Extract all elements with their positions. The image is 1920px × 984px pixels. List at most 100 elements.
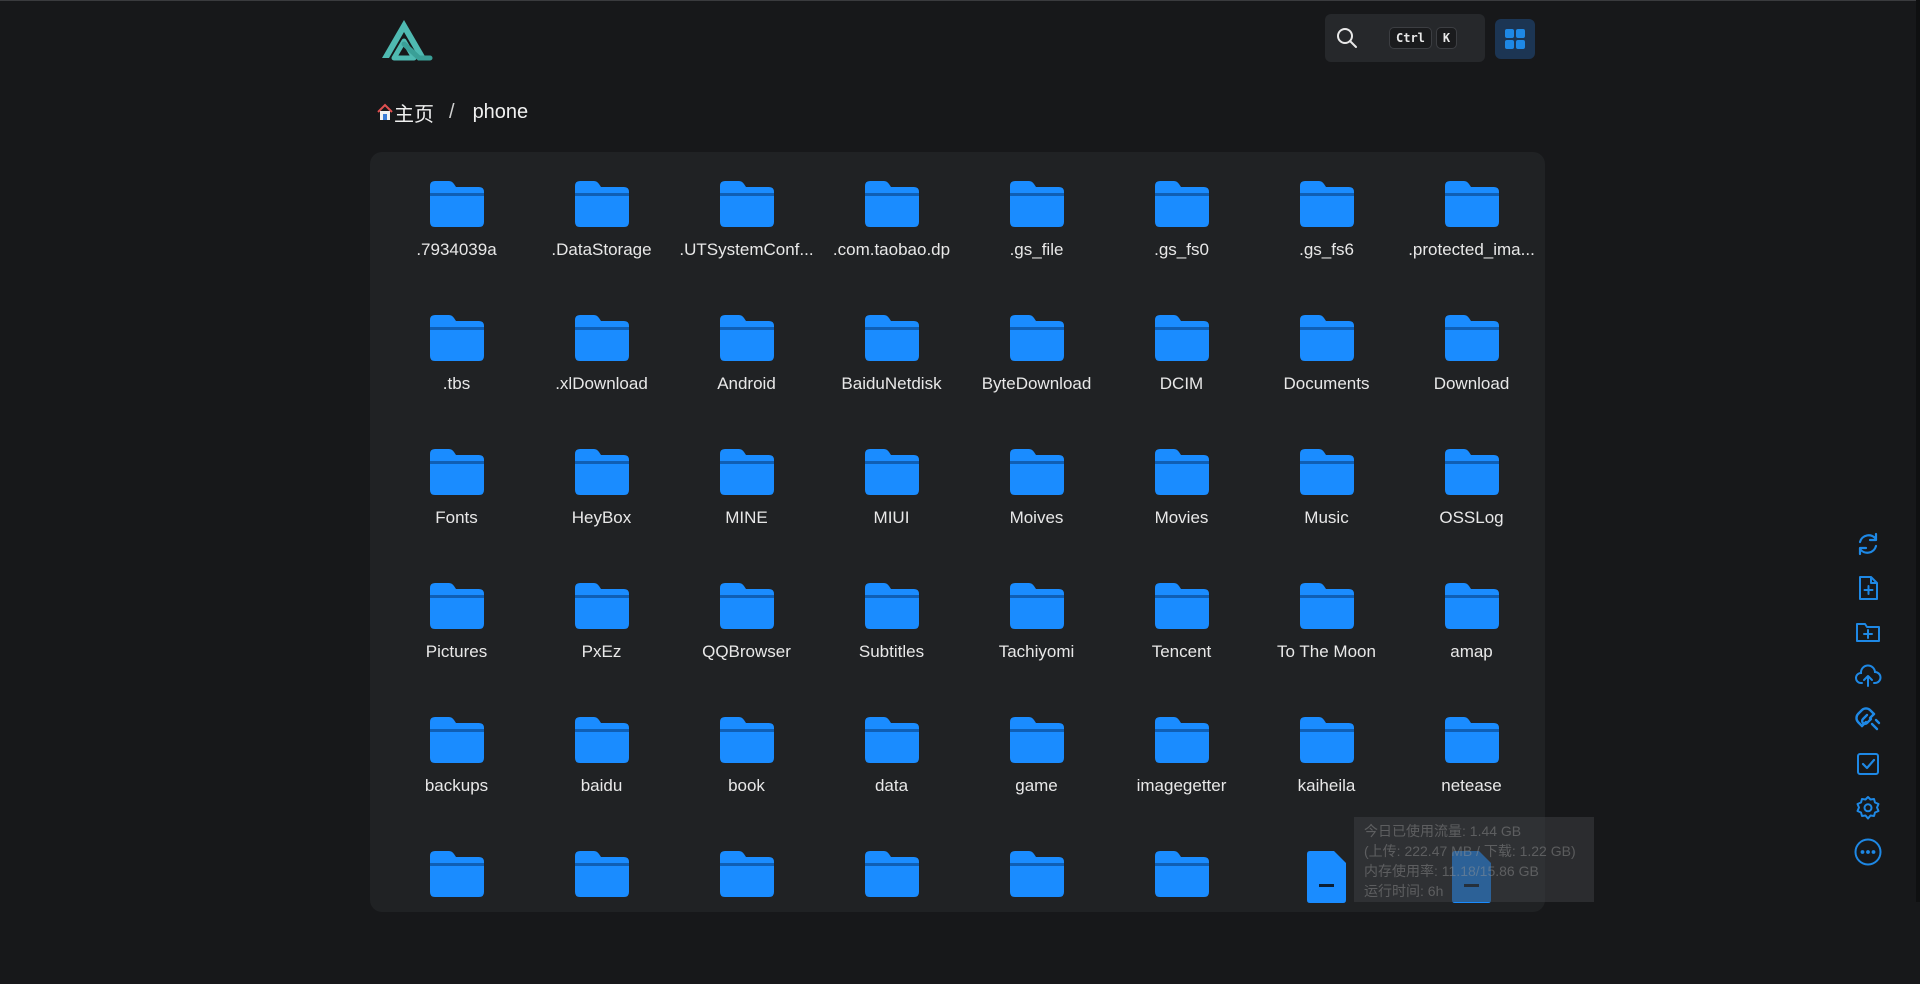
folder-item[interactable]: ByteDownload <box>964 314 1109 448</box>
folder-item[interactable]: MINE <box>674 448 819 582</box>
breadcrumb-current[interactable]: phone <box>473 101 529 124</box>
folder-item[interactable]: Tencent <box>1109 582 1254 716</box>
item-name: .protected_ima... <box>1408 240 1535 259</box>
item-name: netease <box>1441 776 1502 795</box>
folder-item[interactable]: baidu <box>529 716 674 850</box>
folder-item[interactable]: .UTSystemConf... <box>674 180 819 314</box>
home-icon <box>377 103 393 120</box>
folder-item[interactable]: Fonts <box>384 448 529 582</box>
refresh-icon <box>1858 532 1878 556</box>
folder-item[interactable]: PxEz <box>529 582 674 716</box>
folder-icon <box>1009 315 1064 361</box>
layout-toggle-button[interactable] <box>1495 19 1535 59</box>
folder-icon <box>429 181 484 227</box>
scrollbar[interactable] <box>1916 0 1920 902</box>
folder-item[interactable]: .7934039a <box>384 180 529 314</box>
item-name: Download <box>1433 374 1510 393</box>
item-name: imagegetter <box>1136 776 1227 795</box>
new-file-button[interactable] <box>1851 566 1885 610</box>
folder-icon <box>1299 583 1354 629</box>
new-folder-button[interactable] <box>1851 610 1885 654</box>
search-button[interactable]: Ctrl K <box>1325 14 1485 62</box>
folder-item[interactable]: Subtitles <box>819 582 964 716</box>
folder-item[interactable]: amap <box>1399 582 1544 716</box>
item-name: Pictures <box>425 642 488 661</box>
folder-item[interactable]: Movies <box>1109 448 1254 582</box>
folder-icon <box>1154 449 1209 495</box>
breadcrumb-separator: / <box>449 100 455 123</box>
folder-item[interactable] <box>384 850 529 984</box>
folder-item[interactable]: book <box>674 716 819 850</box>
item-name: Tachiyomi <box>998 642 1075 661</box>
folder-item[interactable]: .gs_file <box>964 180 1109 314</box>
folder-item[interactable]: Pictures <box>384 582 529 716</box>
folder-icon <box>574 449 629 495</box>
folder-item[interactable]: data <box>819 716 964 850</box>
folder-item[interactable] <box>819 850 964 984</box>
folder-item[interactable] <box>674 850 819 984</box>
folder-icon <box>1299 717 1354 763</box>
folder-icon <box>1009 851 1064 897</box>
folder-item[interactable] <box>964 850 1109 984</box>
folder-icon <box>429 717 484 763</box>
folder-item[interactable]: Moives <box>964 448 1109 582</box>
folder-item[interactable]: To The Moon <box>1254 582 1399 716</box>
refresh-button[interactable] <box>1851 522 1885 566</box>
overlay-line: 内存使用率: 11.18/15.86 GB <box>1364 863 1539 879</box>
folder-item[interactable]: .xlDownload <box>529 314 674 448</box>
folder-icon <box>429 851 484 897</box>
folder-item[interactable]: Download <box>1399 314 1544 448</box>
folder-icon <box>1444 181 1499 227</box>
folder-item[interactable]: HeyBox <box>529 448 674 582</box>
folder-item[interactable] <box>529 850 674 984</box>
folder-item[interactable]: QQBrowser <box>674 582 819 716</box>
item-name: .com.taobao.dp <box>832 240 951 259</box>
app-logo[interactable] <box>378 14 434 64</box>
folder-icon <box>1009 449 1064 495</box>
item-name: .UTSystemConf... <box>679 240 814 259</box>
folder-item[interactable]: backups <box>384 716 529 850</box>
item-name: HeyBox <box>571 508 632 527</box>
folder-item[interactable]: DCIM <box>1109 314 1254 448</box>
upload-icon <box>1855 664 1882 687</box>
folder-item[interactable]: MIUI <box>819 448 964 582</box>
item-name: book <box>728 776 765 795</box>
more-button[interactable] <box>1851 830 1885 874</box>
item-name: QQBrowser <box>702 642 791 661</box>
item-name: .tbs <box>442 374 471 393</box>
folder-item[interactable]: Android <box>674 314 819 448</box>
folder-item[interactable]: Music <box>1254 448 1399 582</box>
folder-item[interactable]: Tachiyomi <box>964 582 1109 716</box>
folder-item[interactable] <box>1109 850 1254 984</box>
new-file-icon <box>1859 576 1878 600</box>
folder-item[interactable]: .com.taobao.dp <box>819 180 964 314</box>
overlay-line: (上传: 222.47 MB / 下载: 1.22 GB) <box>1364 843 1576 859</box>
offline-download-button[interactable] <box>1851 698 1885 742</box>
folder-item[interactable]: .gs_fs6 <box>1254 180 1399 314</box>
item-name: game <box>1015 776 1058 795</box>
folder-item[interactable]: .tbs <box>384 314 529 448</box>
folder-icon <box>864 583 919 629</box>
folder-icon <box>1154 181 1209 227</box>
folder-icon <box>864 449 919 495</box>
folder-icon <box>1444 717 1499 763</box>
folder-item[interactable]: Documents <box>1254 314 1399 448</box>
settings-button[interactable] <box>1851 786 1885 830</box>
item-name: .DataStorage <box>551 240 652 259</box>
folder-item[interactable]: BaiduNetdisk <box>819 314 964 448</box>
folder-icon <box>429 583 484 629</box>
breadcrumb: 主页 / phone <box>376 98 528 126</box>
upload-button[interactable] <box>1851 654 1885 698</box>
folder-icon <box>574 851 629 897</box>
folder-item[interactable]: game <box>964 716 1109 850</box>
folder-item[interactable]: .protected_ima... <box>1399 180 1544 314</box>
folder-item[interactable]: OSSLog <box>1399 448 1544 582</box>
select-mode-button[interactable] <box>1851 742 1885 786</box>
breadcrumb-home[interactable]: 主页 <box>376 98 434 127</box>
folder-item[interactable]: .gs_fs0 <box>1109 180 1254 314</box>
item-name: .gs_file <box>1009 240 1064 259</box>
folder-item[interactable]: imagegetter <box>1109 716 1254 850</box>
window-top-border <box>0 0 1920 1</box>
folder-icon <box>1154 717 1209 763</box>
folder-item[interactable]: .DataStorage <box>529 180 674 314</box>
